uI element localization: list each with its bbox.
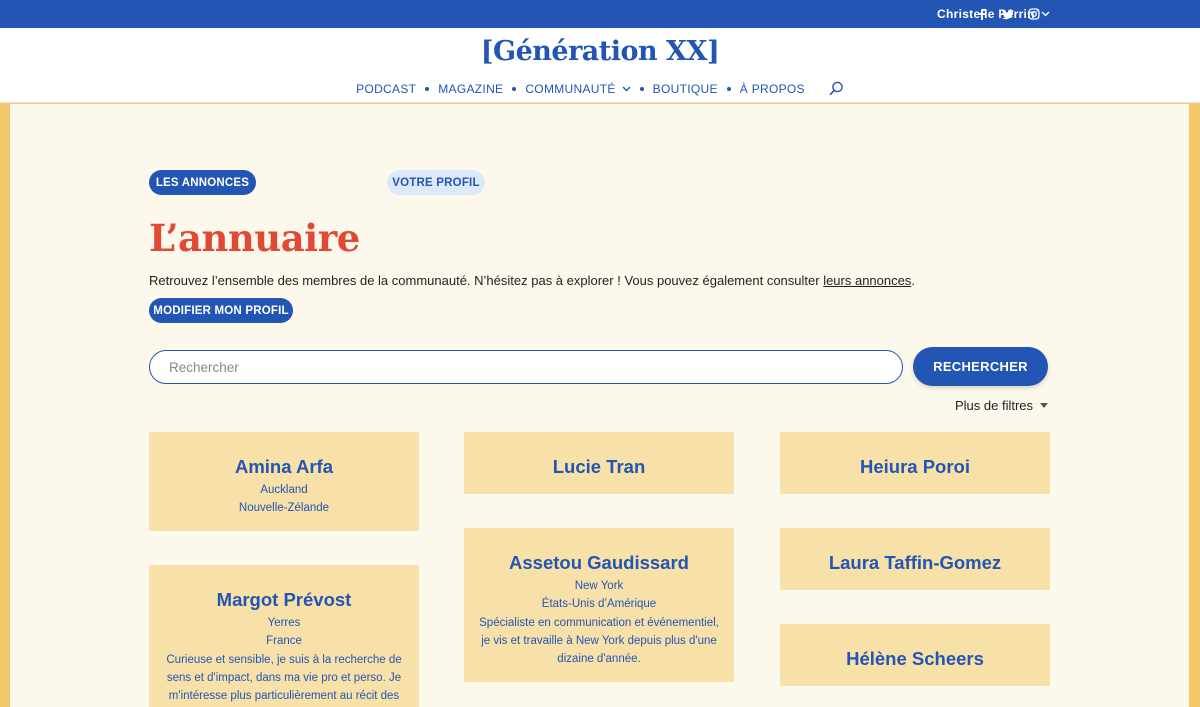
more-filters-label: Plus de filtres [955,398,1034,413]
member-card[interactable]: Hélène Scheers [780,624,1050,686]
member-bio: Spécialiste en communication et événemen… [479,616,719,629]
nav-item-podcast[interactable]: PODCAST [356,82,416,96]
member-card[interactable]: Amina Arfa Auckland Nouvelle-Zélande [149,432,419,531]
nav-separator [512,86,517,91]
member-bio: m'intéresse plus particulièrement au réc… [168,690,400,703]
nav-item-a-propos[interactable]: À PROPOS [740,82,805,96]
tab-les-annonces[interactable]: LES ANNONCES [149,170,256,195]
member-card[interactable]: Heiura Poroi [780,432,1050,494]
tab-votre-profil[interactable]: VOTRE PROFIL [387,170,485,195]
main-content: LES ANNONCES VOTRE PROFIL L’annuaire Ret… [10,104,1189,707]
site-logo[interactable]: [Génération XX] [0,36,1200,67]
top-bar: Christelle Perrin [0,0,1200,28]
nav-label: BOUTIQUE [652,81,718,96]
intro-text-end: . [911,273,915,288]
intro-text-body: Retrouvez l’ensemble des membres de la c… [149,273,824,288]
member-country: Nouvelle-Zélande [238,502,330,515]
member-card[interactable]: Lucie Tran [464,432,734,494]
search-icon[interactable] [829,81,844,96]
nav-item-magazine[interactable]: MAGAZINE [438,82,503,96]
nav-label: COMMUNAUTÉ [525,81,616,96]
user-menu[interactable]: Christelle Perrin [937,0,1050,28]
nav-item-communaute[interactable]: COMMUNAUTÉ [525,81,631,96]
member-card[interactable]: Assetou Gaudissard New York États-Unis d… [464,528,734,682]
user-name: Christelle Perrin [937,7,1035,21]
member-city: Yerres [267,617,301,629]
member-name: Hélène Scheers [846,648,984,669]
member-name: Margot Prévost [216,589,352,610]
member-country: France [266,635,302,648]
member-city: Auckland [260,484,308,496]
search-button[interactable]: RECHERCHER [913,347,1048,386]
more-filters-toggle[interactable]: Plus de filtres [955,398,1049,413]
member-bio: je vis et travaille à New York depuis pl… [481,634,717,647]
nav-separator [425,86,430,91]
member-city: New York [574,580,624,592]
edit-profile-button[interactable]: MODIFIER MON PROFIL [149,298,293,323]
nav-item-boutique[interactable]: BOUTIQUE [653,82,718,96]
search-input[interactable]: Rechercher [149,350,903,384]
member-name: Laura Taffin-Gomez [828,552,1002,573]
chevron-down-icon [1041,11,1050,17]
member-bio: sens et d'impact, dans ma vie pro et per… [166,671,402,684]
nav-label: À PROPOS [739,81,805,96]
member-card[interactable]: Margot Prévost Yerres France Curieuse et… [149,565,419,707]
caret-down-icon [1040,403,1049,408]
nav-label: MAGAZINE [438,81,504,96]
main-nav: PODCAST MAGAZINE COMMUNAUTÉ BOUTIQUE À P… [0,81,1200,96]
member-bio: Curieuse et sensible, je suis à la reche… [166,653,402,666]
intro-text: Retrouvez l’ensemble des membres de la c… [149,273,915,288]
member-card[interactable]: Laura Taffin-Gomez [780,528,1050,590]
member-name: Heiura Poroi [860,456,970,477]
nav-separator [639,86,644,91]
member-country: États-Unis d’Amérique [541,598,657,611]
nav-separator [726,86,731,91]
chevron-down-icon [622,86,631,91]
site-header: [Génération XX] PODCAST MAGAZINE COMMUNA… [0,28,1200,103]
page-title: L’annuaire [149,216,360,260]
member-name: Lucie Tran [552,456,646,477]
nav-label: PODCAST [356,81,417,96]
member-bio: dizaine d'année. [557,653,641,666]
annonces-link[interactable]: leurs annonces [823,273,911,288]
member-name: Assetou Gaudissard [509,552,689,573]
member-name: Amina Arfa [234,456,333,477]
